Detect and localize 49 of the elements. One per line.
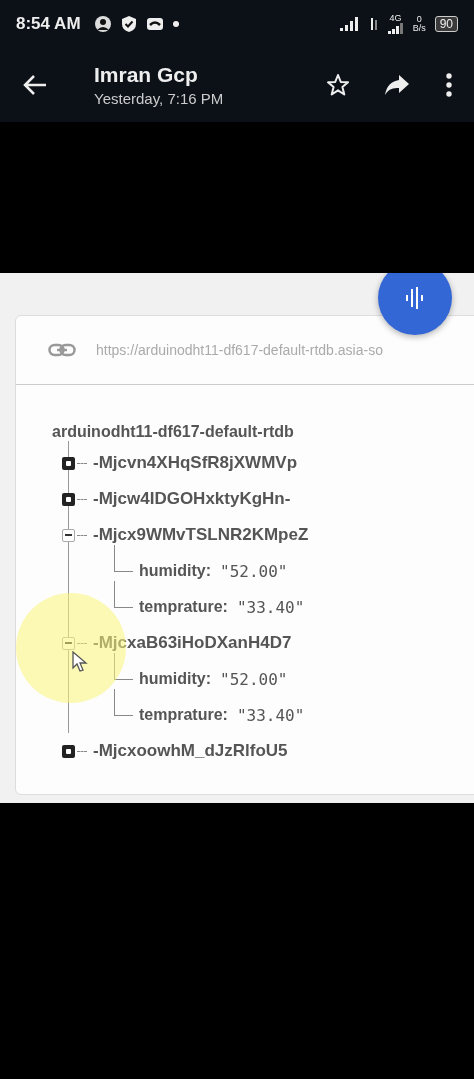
collapse-toggle[interactable] — [62, 636, 75, 650]
tree-node-key: -MjcxoowhM_dJzRlfoU5 — [93, 741, 288, 761]
link-icon — [48, 343, 76, 357]
field-value: "52.00" — [220, 561, 288, 581]
expand-toggle[interactable] — [62, 744, 75, 758]
collapse-toggle[interactable] — [62, 528, 75, 542]
tree-connector-line — [114, 581, 133, 608]
forward-arrow-icon — [384, 74, 410, 96]
tree-node-key: -MjcxaB63iHoDXanH4D7 — [93, 633, 292, 653]
field-name: temprature: — [139, 706, 228, 724]
cursor-icon — [72, 651, 88, 673]
network-type: 4G — [389, 14, 402, 23]
signal-icon — [339, 17, 360, 31]
status-time: 8:54 AM — [16, 14, 81, 34]
field-value: "33.40" — [236, 705, 305, 725]
signal-icon — [387, 23, 404, 34]
tree-node-key: -Mjcx9WMvTSLNR2KMpeZ — [93, 525, 309, 545]
field-value: "33.40" — [236, 597, 305, 617]
battery-level: 90 — [434, 16, 458, 32]
tree-connector-line — [77, 462, 87, 464]
tree-connector-line — [77, 534, 87, 536]
tree-connector-line — [114, 653, 133, 680]
speed-unit: B/s — [412, 24, 426, 33]
tree-node-key: -Mjcw4IDGOHxktyKgHn- — [93, 489, 291, 509]
tree-connector-line — [77, 642, 87, 644]
waveform-icon — [405, 287, 425, 309]
tree-root-key: arduinodht11-df617-default-rtdb — [52, 419, 474, 445]
tree-connector-line — [77, 498, 87, 500]
tree-node-key: -Mjcvn4XHqSfR8jXWMVp — [93, 453, 298, 473]
expand-toggle[interactable] — [62, 456, 75, 470]
field-name: humidity: — [139, 562, 211, 580]
chat-title: Imran Gcp — [94, 63, 199, 87]
expand-toggle[interactable] — [62, 492, 75, 506]
field-name: temprature: — [139, 598, 228, 616]
back-arrow-icon — [22, 74, 48, 96]
speed-value: 0 — [416, 15, 422, 24]
voice-button[interactable] — [378, 273, 452, 335]
tree-connector-line — [114, 689, 133, 716]
timestamp: Yesterday, 7:16 PM — [94, 90, 225, 107]
star-icon — [326, 73, 350, 97]
more-options-icon — [446, 73, 452, 97]
dot-icon — [172, 21, 179, 27]
database-url: https://arduinodht11-df617-default-rtdb.asia-so — [96, 342, 383, 358]
field-value: "52.00" — [220, 669, 288, 689]
field-name: humidity: — [139, 670, 211, 688]
tree-connector-line — [114, 545, 133, 572]
globe-person-icon — [93, 15, 112, 33]
shield-icon — [120, 15, 137, 33]
tree-connector-line — [77, 750, 87, 752]
